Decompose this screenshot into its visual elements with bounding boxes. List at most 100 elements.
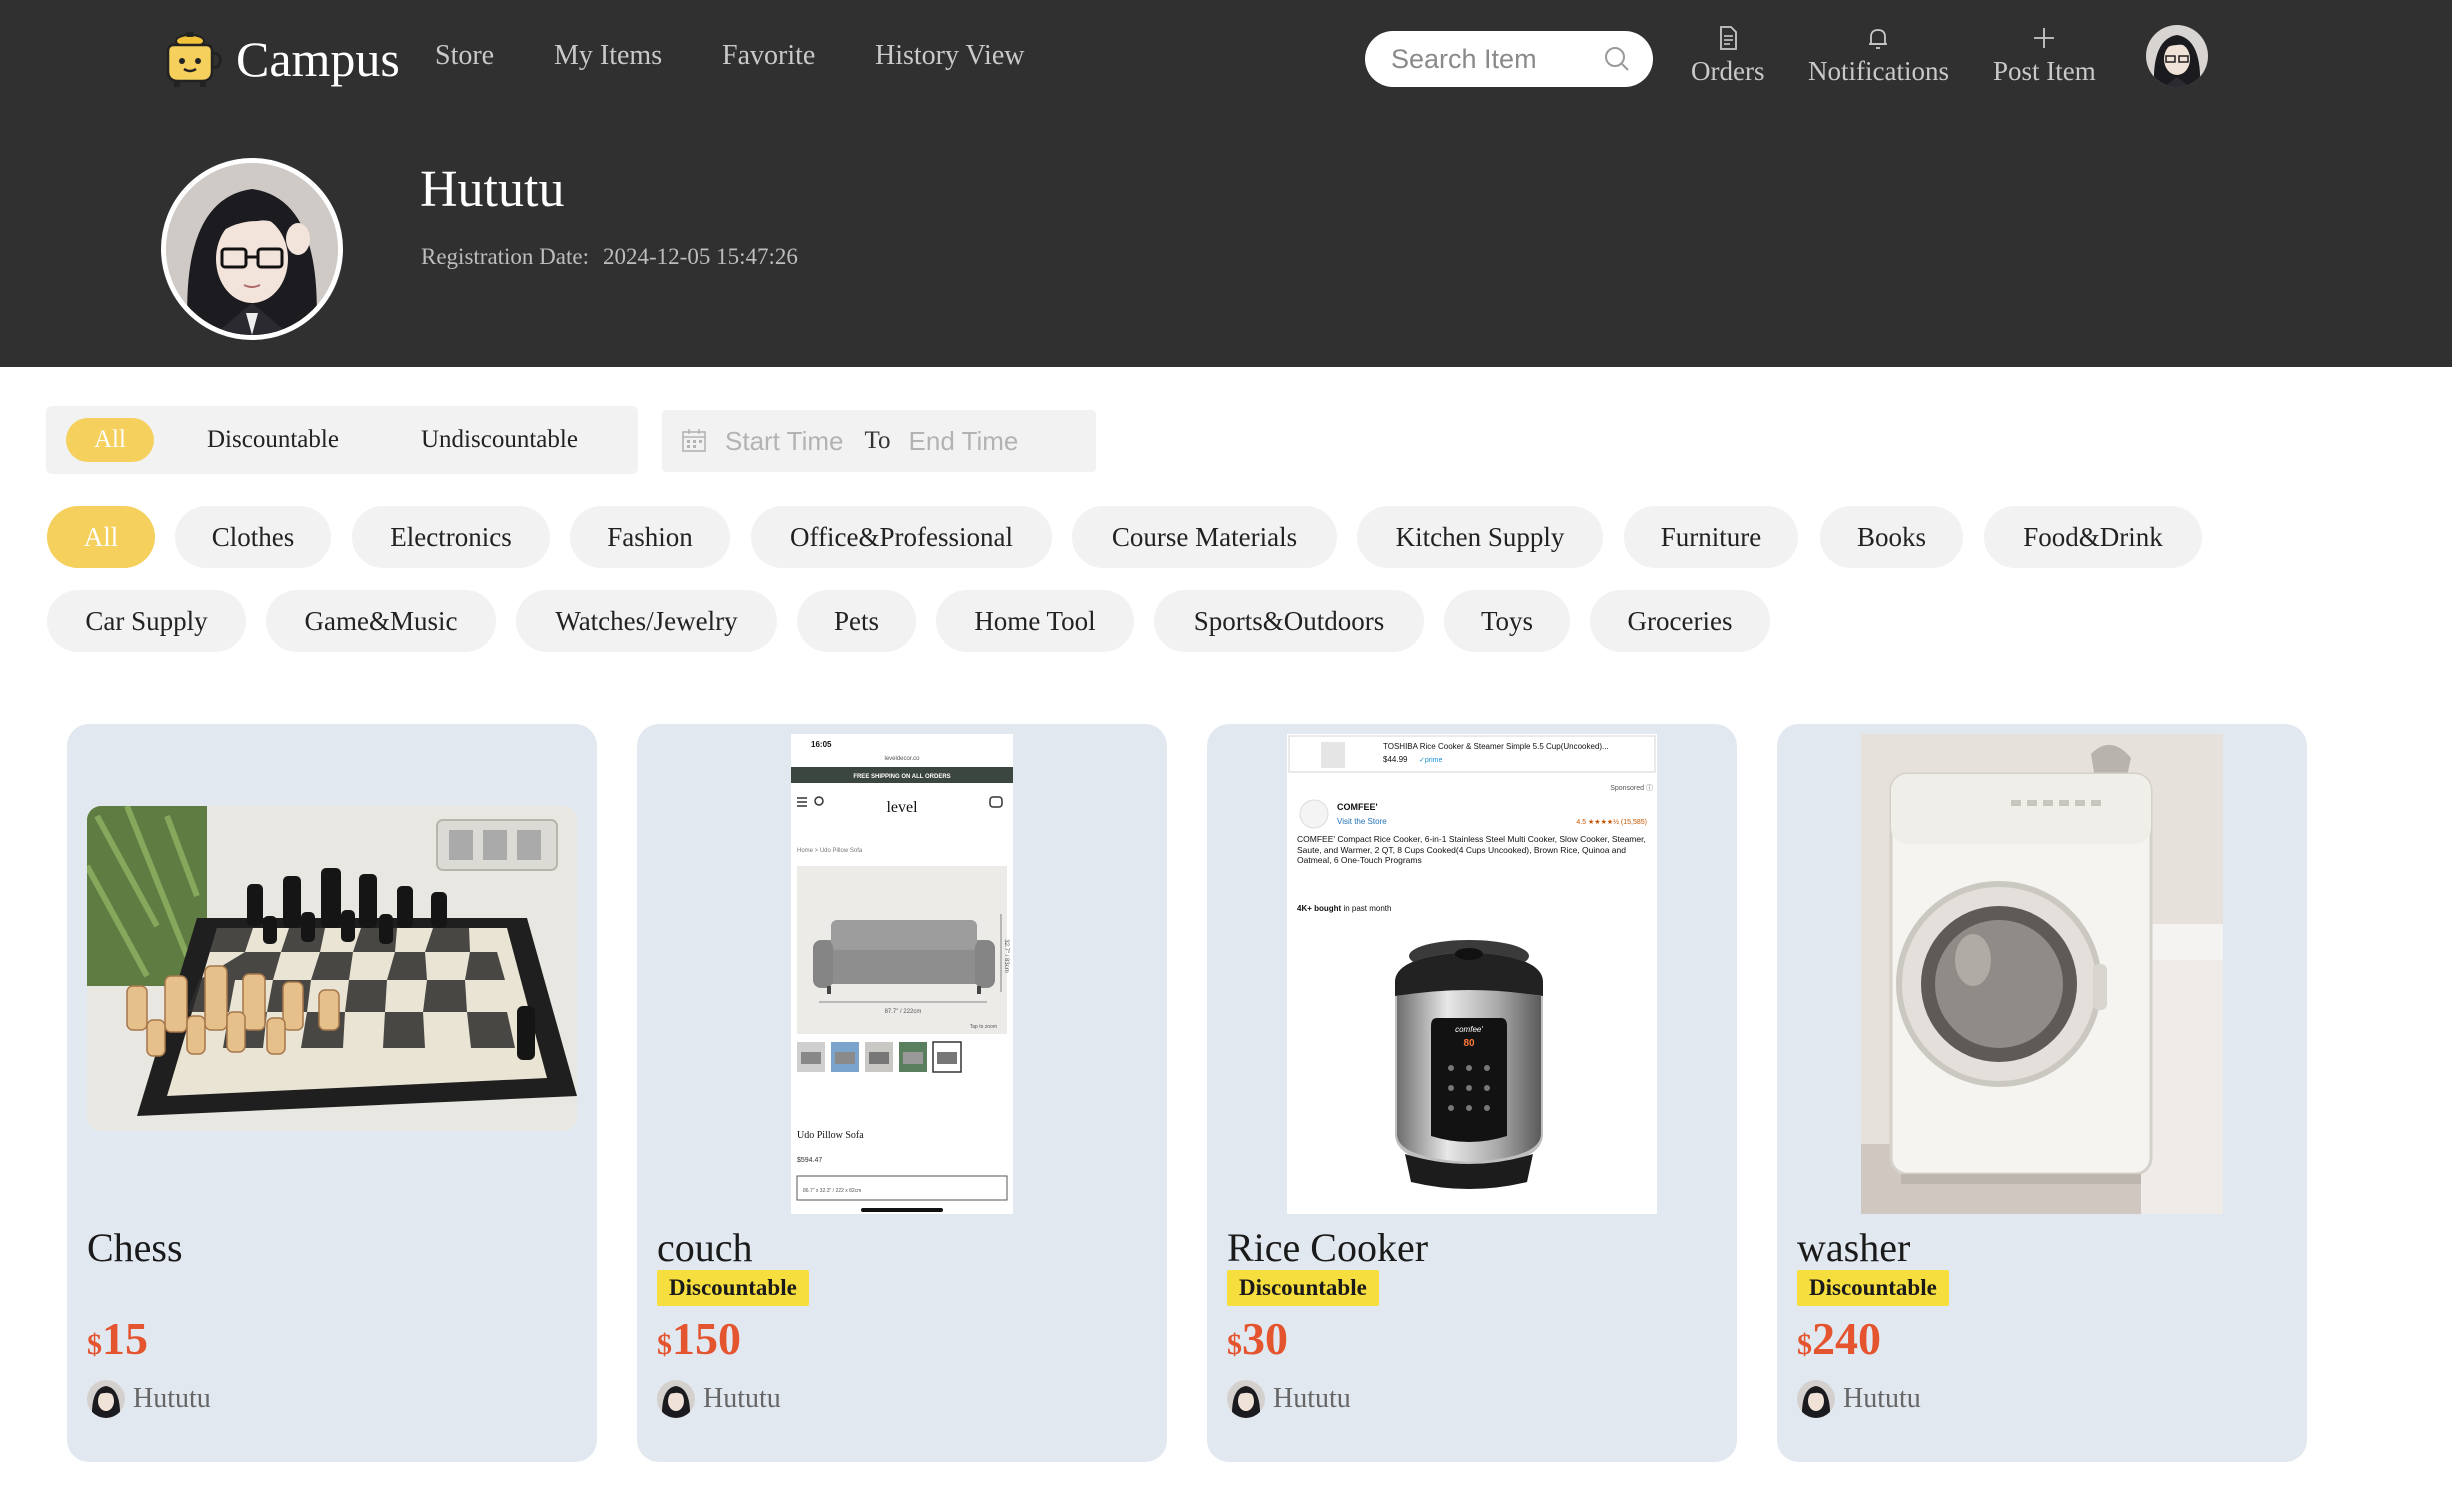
rating-summary: 4.5 ★★★★½ (15,585) [1576, 818, 1647, 826]
item-price: $15 [87, 1312, 148, 1365]
sponsored-product-title: TOSHIBA Rice Cooker & Steamer Simple 5.5… [1383, 742, 1609, 751]
discountable-badge: Discountable [1227, 1270, 1379, 1306]
post-item-label: Post Item [1993, 56, 2096, 86]
item-seller[interactable]: Hututu [1797, 1380, 1921, 1418]
nav-store[interactable]: Store [435, 40, 494, 72]
category-chip-books[interactable]: Books [1820, 506, 1963, 568]
category-chip-electronics[interactable]: Electronics [352, 506, 550, 568]
category-chip-kitchen-supply[interactable]: Kitchen Supply [1357, 506, 1603, 568]
user-avatar[interactable] [2146, 25, 2208, 87]
price-amount: 15 [102, 1313, 148, 1364]
orders-button[interactable]: Orders [1691, 24, 1764, 87]
brand-name: COMFEE' [1337, 802, 1378, 812]
seller-name: Hututu [703, 1383, 781, 1414]
item-title: couch [657, 1225, 753, 1270]
phone-time: 16:05 [811, 740, 832, 749]
zoom-hint: Tap to zoom [970, 1024, 997, 1030]
chess-board-image [87, 806, 577, 1131]
search-input[interactable]: Search Item [1365, 31, 1653, 87]
bell-icon [1869, 29, 1888, 49]
profile-avatar [161, 158, 343, 340]
category-chip-toys[interactable]: Toys [1444, 590, 1570, 652]
discount-filter-undiscountable[interactable]: Undiscountable [421, 418, 578, 462]
category-chip-food-drink[interactable]: Food&Drink [1984, 506, 2202, 568]
seller-name: Hututu [133, 1383, 211, 1414]
category-chip-course-materials[interactable]: Course Materials [1072, 506, 1337, 568]
category-chip-game-music[interactable]: Game&Music [266, 590, 496, 652]
currency-symbol: $ [1797, 1328, 1812, 1361]
registration-value: 2024-12-05 15:47:26 [603, 244, 798, 269]
seller-name: Hututu [1843, 1383, 1921, 1414]
product-name: Udo Pillow Sofa [797, 1130, 864, 1141]
sponsored-product-price: $44.99 [1383, 755, 1408, 764]
nav-my-items[interactable]: My Items [554, 40, 662, 72]
search-placeholder: Search Item [1391, 43, 1537, 74]
category-chip-office-professional[interactable]: Office&Professional [751, 506, 1052, 568]
price-amount: 30 [1242, 1313, 1288, 1364]
search-icon[interactable] [1603, 45, 1631, 73]
category-chip-groceries[interactable]: Groceries [1590, 590, 1770, 652]
date-range-picker[interactable]: Start Time To End Time [662, 410, 1096, 472]
price-amount: 240 [1812, 1313, 1881, 1364]
calendar-icon [682, 429, 706, 452]
seller-avatar [87, 1380, 125, 1418]
seller-avatar [1227, 1380, 1265, 1418]
category-chip-home-tool[interactable]: Home Tool [936, 590, 1134, 652]
end-time-input[interactable]: End Time [909, 426, 1019, 457]
shipping-banner: FREE SHIPPING ON ALL ORDERS [853, 774, 950, 780]
date-range-separator: To [864, 427, 891, 454]
orders-label: Orders [1691, 56, 1765, 86]
category-chip-clothes[interactable]: Clothes [175, 506, 331, 568]
site-url: leveldecor.co [884, 756, 920, 762]
category-chip-all[interactable]: All [47, 506, 155, 568]
category-chip-pets[interactable]: Pets [797, 590, 916, 652]
item-card-couch[interactable]: 16:05 leveldecor.co FREE SHIPPING ON ALL… [637, 724, 1167, 1462]
notifications-button[interactable]: Notifications [1808, 24, 1949, 87]
category-chip-sports-outdoors[interactable]: Sports&Outdoors [1154, 590, 1424, 652]
app-logo[interactable]: Campus [160, 26, 400, 92]
item-title: washer [1797, 1225, 1911, 1270]
cooker-display: 80 [1463, 1038, 1475, 1049]
svg-text:4K+ bought in past month: 4K+ bought in past month [1297, 904, 1391, 913]
item-card-washer[interactable]: washer Discountable $240 Hututu [1777, 724, 2307, 1462]
post-item-button[interactable]: Post Item [1993, 24, 2096, 87]
item-seller[interactable]: Hututu [1227, 1380, 1351, 1418]
nav-history-view[interactable]: History View [875, 40, 1024, 72]
discount-filter-discountable[interactable]: Discountable [207, 418, 339, 462]
category-chip-furniture[interactable]: Furniture [1624, 506, 1798, 568]
profile-avatar-image [166, 163, 338, 335]
price-amount: 150 [672, 1313, 741, 1364]
brand-logo-text: level [886, 799, 918, 816]
size-select: 86.7" x 32.3" / 222 x 82cm [803, 1188, 861, 1194]
item-seller[interactable]: Hututu [657, 1380, 781, 1418]
document-icon [1719, 26, 1737, 50]
avatar-image [2146, 25, 2208, 87]
bought-count: 4K+ bought [1297, 904, 1342, 913]
discountable-badge: Discountable [657, 1270, 809, 1306]
profile-name: Hututu [420, 161, 565, 218]
item-card-rice-cooker[interactable]: TOSHIBA Rice Cooker & Steamer Simple 5.5… [1207, 724, 1737, 1462]
currency-symbol: $ [657, 1328, 672, 1361]
discount-filter-all[interactable]: All [66, 418, 154, 462]
rice-cooker-listing-screenshot: TOSHIBA Rice Cooker & Steamer Simple 5.5… [1287, 734, 1657, 1214]
notifications-label: Notifications [1808, 56, 1949, 86]
registration-label: Registration Date: [421, 244, 589, 269]
item-card-chess[interactable]: Chess $15 Hututu [67, 724, 597, 1462]
sponsored-label: Sponsored ⓘ [1610, 784, 1653, 792]
cooker-logo: comfee' [1455, 1025, 1483, 1034]
plus-icon [2034, 28, 2055, 48]
item-seller[interactable]: Hututu [87, 1380, 211, 1418]
seller-avatar [1797, 1380, 1835, 1418]
category-chip-fashion[interactable]: Fashion [570, 506, 730, 568]
pot-logo-icon [166, 32, 222, 87]
item-price: $150 [657, 1312, 741, 1365]
visit-store-link: Visit the Store [1337, 817, 1387, 826]
top-header: Campus Store My Items Favorite History V… [0, 0, 2452, 367]
category-chip-watches-jewelry[interactable]: Watches/Jewelry [516, 590, 777, 652]
item-title: Rice Cooker [1227, 1225, 1429, 1270]
category-chip-car-supply[interactable]: Car Supply [47, 590, 246, 652]
start-time-input[interactable]: Start Time [725, 426, 843, 457]
app-name: Campus [236, 31, 400, 87]
nav-favorite[interactable]: Favorite [722, 40, 815, 72]
product-price: $594.47 [797, 1157, 822, 1164]
